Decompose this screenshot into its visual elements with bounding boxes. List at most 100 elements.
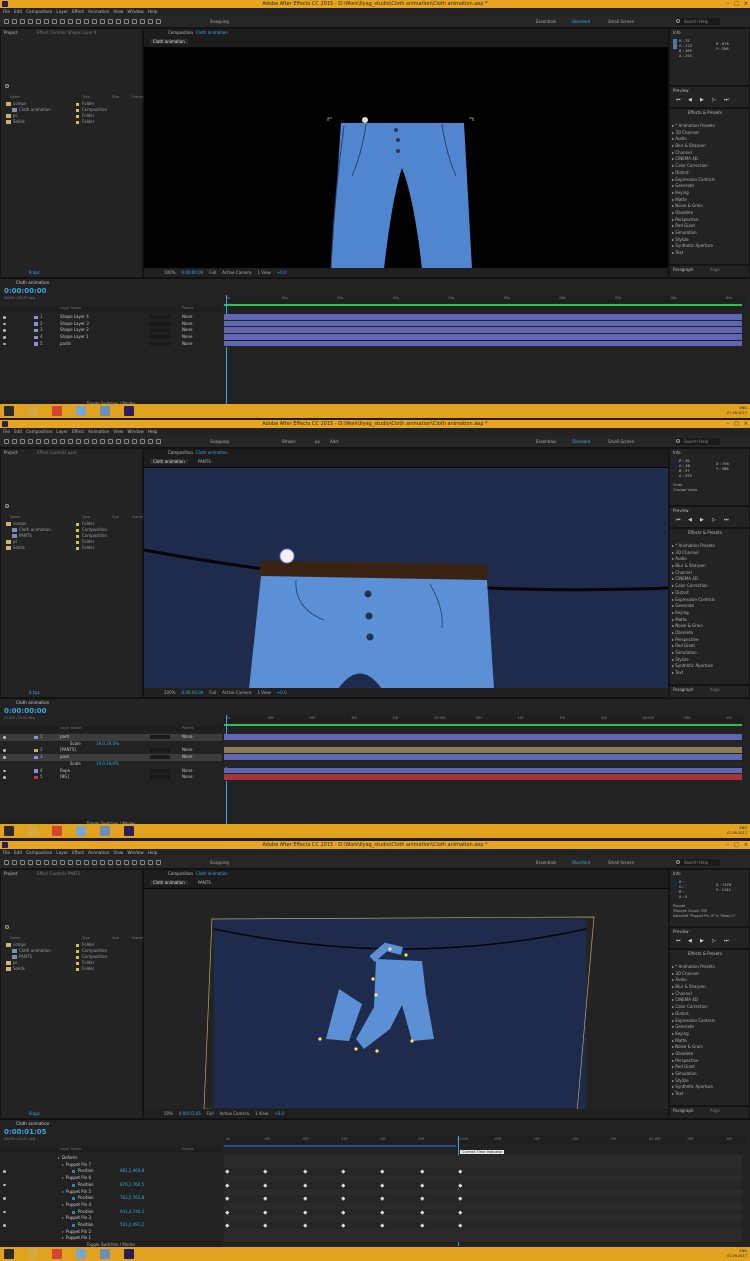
parent-dropdown[interactable] bbox=[150, 321, 170, 326]
work-area-bar[interactable] bbox=[224, 304, 742, 306]
effects-category[interactable]: ▸ * Animation Presets bbox=[672, 964, 750, 971]
effects-category[interactable]: ▸ Stylize bbox=[672, 1078, 750, 1085]
search-input[interactable]: Search Help bbox=[676, 438, 720, 445]
effects-category[interactable]: ▸ Obsolete bbox=[672, 1051, 750, 1058]
tool-icon[interactable] bbox=[52, 439, 57, 444]
parent-value[interactable]: None bbox=[182, 774, 192, 781]
stopwatch-icon[interactable] bbox=[72, 1210, 75, 1214]
property-value[interactable]: 19,0,19,0% bbox=[96, 741, 119, 748]
keyframe[interactable] bbox=[380, 1169, 385, 1174]
layer-track[interactable] bbox=[224, 774, 742, 781]
menu-help[interactable]: Help bbox=[148, 849, 158, 857]
preview-tab[interactable]: Preview bbox=[673, 508, 689, 513]
parent-dropdown[interactable] bbox=[150, 775, 170, 780]
eye-icon[interactable] bbox=[3, 322, 6, 326]
stopwatch-icon[interactable] bbox=[72, 1170, 75, 1174]
group-name[interactable]: Puppet Pin 6 bbox=[66, 1175, 91, 1182]
effects-category[interactable]: ▸ Obsolete bbox=[672, 210, 750, 217]
play-icon[interactable]: ▶ bbox=[700, 938, 704, 944]
tool-icon[interactable] bbox=[28, 439, 33, 444]
prev-frame-icon[interactable]: ◀ bbox=[688, 517, 692, 523]
add-label[interactable]: Add: bbox=[330, 439, 339, 444]
project-item[interactable]: Solids Folder bbox=[4, 545, 142, 551]
tool-icon[interactable] bbox=[108, 860, 113, 865]
explorer-icon[interactable] bbox=[28, 1249, 38, 1259]
prev-frame-icon[interactable]: ◀ bbox=[688, 938, 692, 944]
keyframe[interactable] bbox=[380, 1196, 385, 1201]
tool-icon[interactable] bbox=[132, 19, 137, 24]
menu-composition[interactable]: Composition bbox=[26, 849, 52, 857]
eye-icon[interactable] bbox=[3, 769, 6, 772]
parent-dropdown[interactable] bbox=[150, 328, 170, 333]
search-input[interactable]: Search Help bbox=[676, 18, 720, 25]
twirl-icon[interactable]: ▾ bbox=[58, 1155, 60, 1162]
effects-category[interactable]: ▸ Noise & Grain bbox=[672, 203, 750, 210]
snapping-label[interactable]: Snapping bbox=[210, 439, 229, 444]
effects-category[interactable]: ▸ Matte bbox=[672, 197, 750, 204]
effects-category[interactable]: ▸ Obsolete bbox=[672, 630, 750, 637]
layer-row[interactable]: 4 Rope None bbox=[0, 768, 222, 775]
parent-value[interactable]: None bbox=[182, 768, 192, 775]
layer-row[interactable]: Position 763,5,763,8 bbox=[0, 1195, 222, 1202]
layer-track[interactable] bbox=[224, 754, 742, 761]
search-icon[interactable] bbox=[5, 504, 9, 508]
viewer-timecode[interactable]: 0:00:00:00 bbox=[181, 690, 203, 695]
effects-category[interactable]: ▸ Expression Controls bbox=[672, 597, 750, 604]
effects-category[interactable]: ▸ Channel bbox=[672, 991, 750, 998]
menu-effect[interactable]: Effect bbox=[72, 8, 84, 16]
project-tab[interactable]: Project bbox=[4, 30, 18, 35]
composition-tab[interactable]: Composition bbox=[168, 30, 193, 35]
tool-icon[interactable] bbox=[100, 439, 105, 444]
snapping-label[interactable]: Snapping bbox=[210, 19, 229, 24]
keyframe[interactable] bbox=[341, 1169, 346, 1174]
menu-file[interactable]: File bbox=[3, 8, 10, 16]
timeline-tab[interactable]: Cloth animation bbox=[16, 700, 49, 705]
effects-category[interactable]: ▸ Keying bbox=[672, 610, 750, 617]
tool-icon[interactable] bbox=[148, 19, 153, 24]
bpc-indicator[interactable]: 8 bpc bbox=[29, 690, 40, 695]
play-icon[interactable]: ▶ bbox=[700, 517, 704, 523]
eye-icon[interactable] bbox=[3, 756, 6, 759]
current-time-indicator[interactable] bbox=[226, 295, 227, 405]
comp-chip-2[interactable]: PANTS bbox=[198, 880, 211, 885]
keyframe-nav-icon[interactable] bbox=[3, 1183, 6, 1187]
effect-controls-tab[interactable]: Effect Controls pant bbox=[37, 450, 77, 455]
preview-tab[interactable]: Preview bbox=[673, 88, 689, 93]
effects-category[interactable]: ▸ Expression Controls bbox=[672, 177, 750, 184]
tool-icon[interactable] bbox=[44, 439, 49, 444]
minimize-icon[interactable]: – bbox=[727, 841, 730, 849]
layer-row[interactable]: ▾ Puppet Pin 6 bbox=[0, 1175, 222, 1182]
effects-category[interactable]: ▸ Audio bbox=[672, 136, 750, 143]
menu-edit[interactable]: Edit bbox=[14, 8, 22, 16]
effects-category[interactable]: ▸ Generate bbox=[672, 603, 750, 610]
effects-category[interactable]: ▸ Red Giant bbox=[672, 643, 750, 650]
project-tab[interactable]: Project bbox=[4, 871, 18, 876]
twirl-icon[interactable]: ▾ bbox=[62, 1202, 64, 1209]
layer-track[interactable] bbox=[224, 767, 742, 775]
work-area-bar[interactable] bbox=[224, 724, 742, 726]
workspace-small-screen[interactable]: Small Screen bbox=[608, 19, 634, 24]
last-frame-icon[interactable]: ⏭ bbox=[724, 938, 729, 944]
tool-icon[interactable] bbox=[28, 19, 33, 24]
effects-category[interactable]: ▸ Expression Controls bbox=[672, 1018, 750, 1025]
minimize-icon[interactable]: – bbox=[727, 0, 730, 8]
eye-icon[interactable] bbox=[3, 342, 6, 346]
tool-icon[interactable] bbox=[4, 860, 9, 865]
tool-icon[interactable] bbox=[148, 860, 153, 865]
windows-start-icon[interactable] bbox=[4, 406, 14, 416]
menu-help[interactable]: Help bbox=[148, 428, 158, 436]
keyframe[interactable] bbox=[263, 1196, 268, 1201]
menu-view[interactable]: View bbox=[113, 849, 123, 857]
effects-category[interactable]: ▸ Stylize bbox=[672, 237, 750, 244]
effects-category[interactable]: ▸ CINEMA 4D bbox=[672, 576, 750, 583]
composition-tab-name[interactable]: Cloth animation bbox=[196, 450, 228, 455]
maximize-icon[interactable]: □ bbox=[734, 841, 739, 849]
computer-icon[interactable] bbox=[100, 1249, 110, 1259]
bpc-indicator[interactable]: 8 bpc bbox=[29, 270, 40, 275]
layer-row[interactable]: Position 541,0,491,2 bbox=[0, 1222, 222, 1229]
menu-composition[interactable]: Composition bbox=[26, 428, 52, 436]
project-item[interactable]: Solids Folder bbox=[4, 966, 142, 972]
stopwatch-icon[interactable] bbox=[72, 1197, 75, 1201]
keyframe[interactable] bbox=[263, 1183, 268, 1187]
parent-dropdown[interactable] bbox=[150, 748, 170, 753]
